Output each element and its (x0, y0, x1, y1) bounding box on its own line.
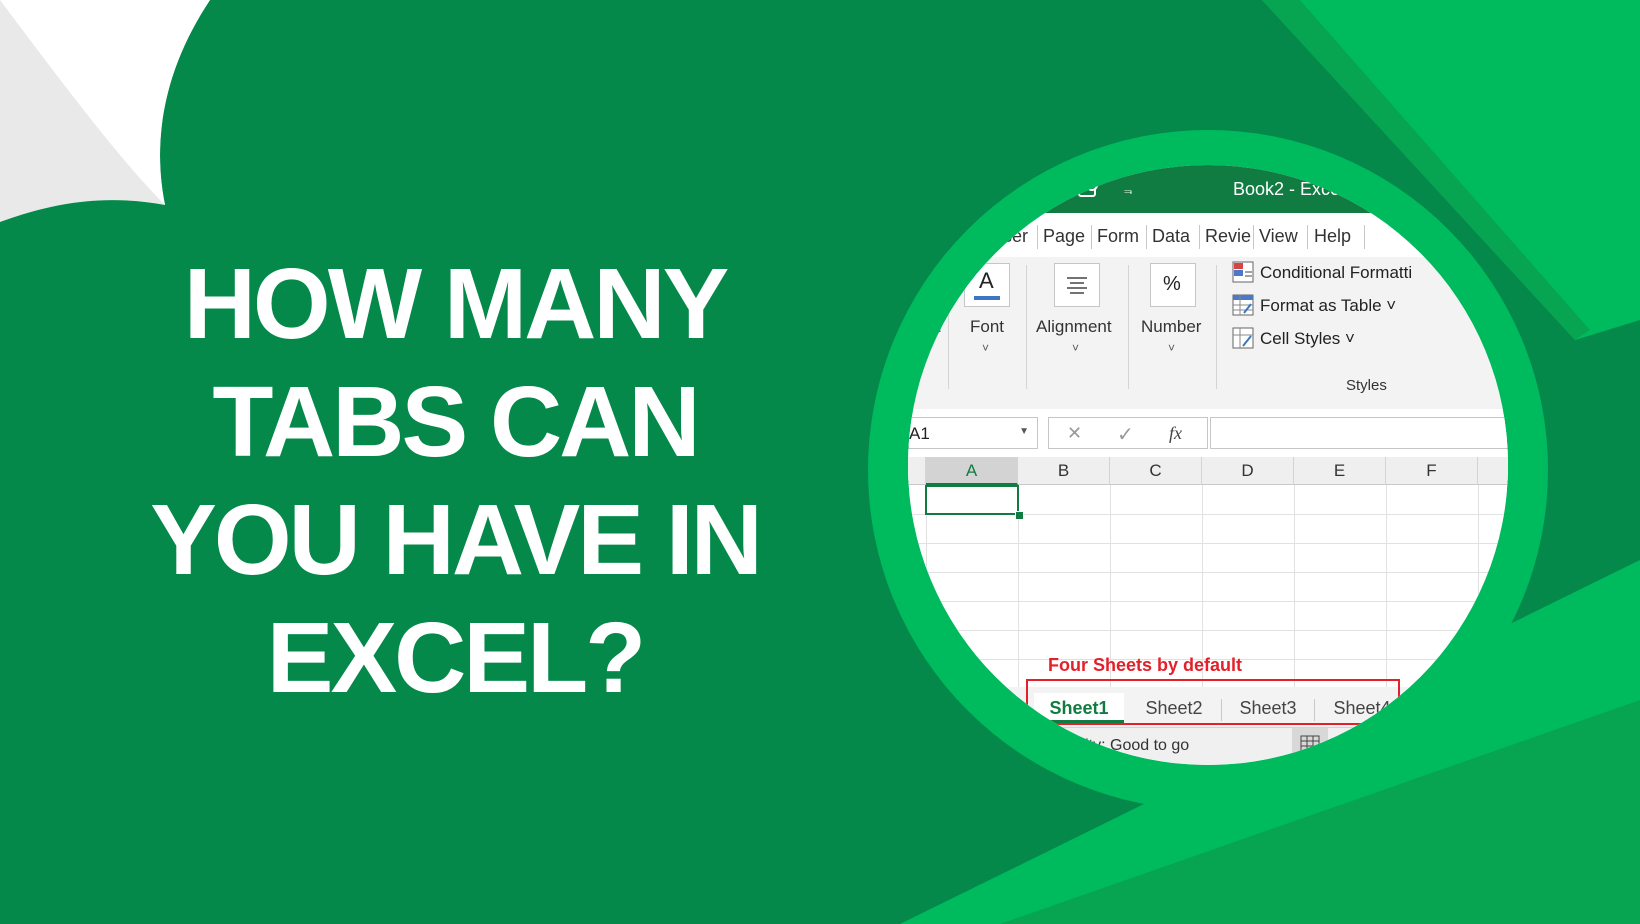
worksheet-grid[interactable]: A B C D E F (908, 457, 1508, 689)
headline-line: TABS CAN (212, 366, 700, 478)
group-separator (948, 265, 949, 389)
grid-column-line (1478, 485, 1479, 687)
format-as-table-label: Format as Table ˅ (1260, 296, 1397, 315)
tab-formulas[interactable]: Form (1097, 226, 1139, 247)
selected-cell-a1[interactable] (925, 485, 1019, 515)
headline-line: HOW MANY (183, 248, 730, 360)
grid-row-line (908, 630, 1508, 631)
cancel-icon[interactable]: ✕ (1067, 423, 1082, 444)
column-header-e[interactable]: E (1294, 457, 1386, 485)
select-all-corner[interactable] (908, 457, 926, 485)
conditional-formatting-label: Conditional Formatti (1260, 263, 1413, 282)
ribbon: board ˅ A Font ˅ Alignment ˅ (908, 257, 1508, 410)
tab-separator (1364, 225, 1365, 249)
headline-line: EXCEL? (266, 602, 646, 714)
percent-icon: % (1163, 273, 1181, 295)
format-as-table-button[interactable]: Format as Table ˅ (1232, 294, 1397, 316)
chevron-down-icon: ▼ (1019, 426, 1029, 437)
column-header-b[interactable]: B (1018, 457, 1110, 485)
grid-row-line (908, 572, 1508, 573)
tab-page-layout[interactable]: Page (1043, 226, 1085, 247)
group-separator (1128, 265, 1129, 389)
tab-separator (1253, 225, 1254, 249)
cell-styles-label: Cell Styles ˅ (1260, 329, 1355, 348)
active-tab-underline (948, 253, 978, 256)
tab-separator (1146, 225, 1147, 249)
grid-column-line (1294, 485, 1295, 687)
customize-quick-access-icon[interactable]: ⫬ (1124, 181, 1132, 198)
tab-insert[interactable]: Inser (988, 226, 1028, 247)
four-sheets-annotation: Four Sheets by default (1048, 655, 1243, 675)
accessibility-status[interactable]: ility: Good to go (1078, 737, 1189, 755)
format-as-table-icon (1232, 294, 1254, 316)
cell-styles-icon (1232, 327, 1254, 349)
column-header-c[interactable]: C (1110, 457, 1202, 485)
chevron-down-icon: ˅ (982, 341, 990, 355)
tab-separator (1037, 225, 1038, 249)
font-color-bar (974, 296, 1000, 300)
clipboard-group-label[interactable]: board (908, 317, 941, 337)
tab-home[interactable]: n (958, 226, 968, 247)
status-bar: ility: Good to go (908, 727, 1508, 765)
formula-buttons: ✕ ✓ fx (1048, 417, 1208, 449)
chevron-down-icon: ˅ (1072, 341, 1080, 355)
autosave-label[interactable]: ave (1038, 179, 1065, 199)
tab-separator (1091, 225, 1092, 249)
normal-view-icon[interactable] (1292, 728, 1328, 765)
font-color-icon: A (979, 268, 994, 293)
grid-row-line (908, 601, 1508, 602)
window-title: Book2 - Excel (1233, 179, 1345, 199)
tab-help[interactable]: Help (1314, 226, 1351, 247)
alignment-group-label[interactable]: Alignment (1036, 317, 1112, 337)
chevron-down-icon: ˅ (1168, 341, 1176, 355)
conditional-formatting-button[interactable]: Conditional Formatti (1232, 261, 1413, 283)
formula-bar-row: A1 ▼ ⋮ ✕ ✓ fx (908, 409, 1508, 457)
group-separator (1026, 265, 1027, 389)
align-center-icon (1067, 277, 1087, 294)
font-group-label[interactable]: Font (970, 317, 1004, 337)
insert-function-icon[interactable]: fx (1169, 423, 1182, 444)
column-header-g[interactable] (1478, 457, 1508, 485)
ribbon-tab-bar: n Inser Page Form Data Revie View Help (908, 213, 1508, 257)
number-group-label[interactable]: Number (1141, 317, 1201, 337)
grid-row-line (908, 543, 1508, 544)
save-icon[interactable] (1076, 177, 1100, 201)
font-group-button[interactable]: A (964, 263, 1010, 307)
grid-column-line (926, 485, 927, 687)
excel-screenshot-lens: ave ⫬ Book2 - Excel n Inser Page Form Da… (908, 165, 1508, 765)
group-separator (1216, 265, 1217, 389)
tab-separator (1307, 225, 1308, 249)
name-box-value: A1 (909, 424, 930, 443)
formula-input[interactable] (1210, 417, 1508, 449)
tab-data[interactable]: Data (1152, 226, 1190, 247)
column-header-f[interactable]: F (1386, 457, 1478, 485)
tab-view[interactable]: View (1259, 226, 1298, 247)
cell-styles-button[interactable]: Cell Styles ˅ (1232, 327, 1355, 349)
styles-group-label[interactable]: Styles (1346, 377, 1387, 394)
alignment-group-button[interactable] (1054, 263, 1100, 307)
tab-separator (1199, 225, 1200, 249)
conditional-formatting-icon (1232, 261, 1254, 283)
enter-icon[interactable]: ✓ (1117, 422, 1134, 447)
annotation-highlight-box (1026, 679, 1400, 725)
column-header-d[interactable]: D (1202, 457, 1294, 485)
column-header-a[interactable]: A (926, 457, 1018, 485)
fill-handle[interactable] (1015, 511, 1024, 520)
headline: HOW MANY TABS CAN YOU HAVE IN EXCEL? (60, 245, 850, 717)
number-group-button[interactable]: % (1150, 263, 1196, 307)
headline-line: YOU HAVE IN (150, 484, 763, 596)
grid-column-line (1386, 485, 1387, 687)
tab-review[interactable]: Revie (1205, 226, 1251, 247)
excel-title-bar: ave ⫬ Book2 - Excel (908, 165, 1508, 213)
name-box[interactable]: A1 ▼ (908, 417, 1038, 449)
